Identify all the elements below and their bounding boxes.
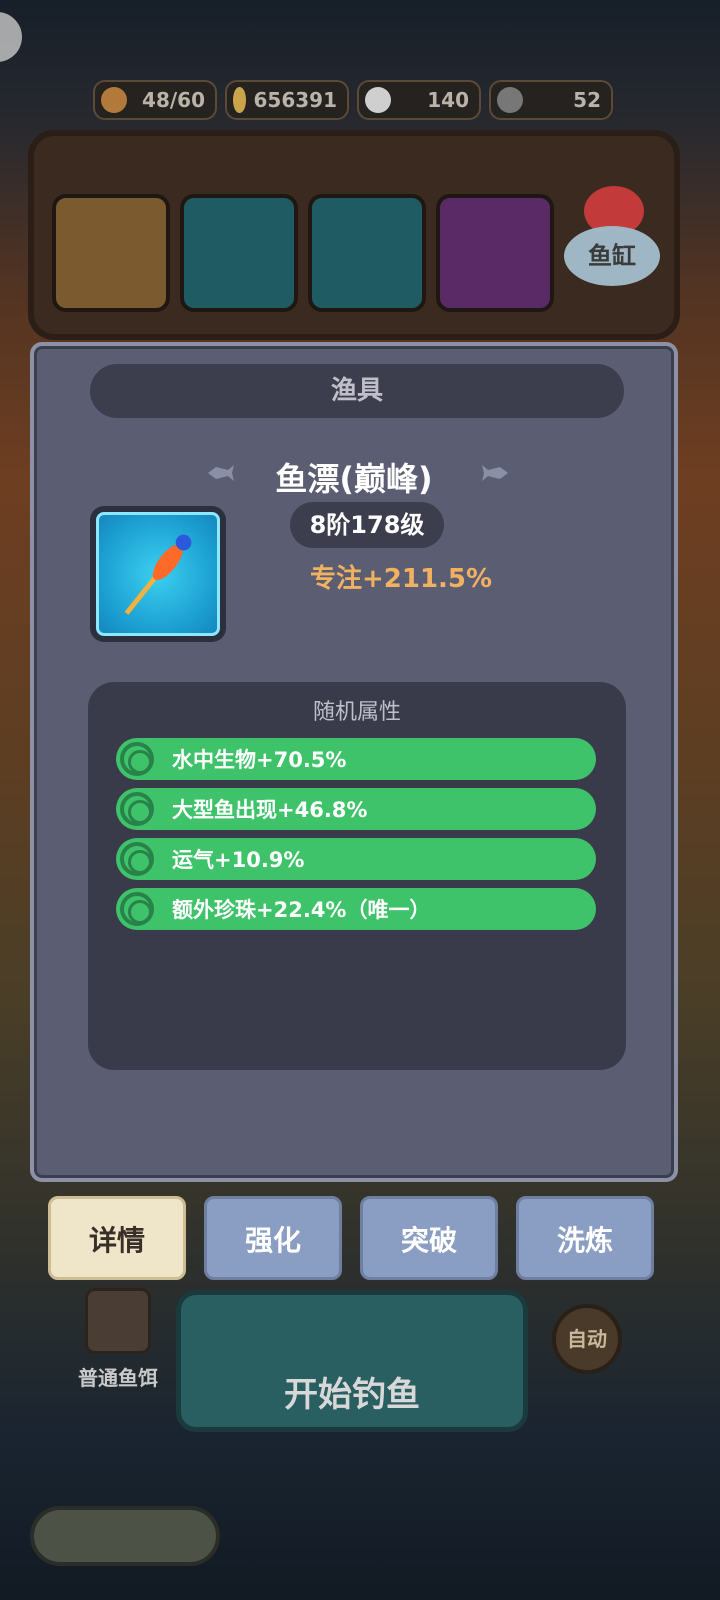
panel-header: 渔具 [90,364,624,418]
pearl-icon [365,87,391,113]
fishing-line-icon [497,87,523,113]
bait-icon [85,1288,151,1354]
reel-slot[interactable] [180,194,298,312]
item-icon-frame[interactable] [90,506,226,642]
resource-gold[interactable]: 656391 [225,80,349,120]
float-slot[interactable] [308,194,426,312]
gold-value: 656391 [253,88,338,112]
pearl-value: 140 [427,88,469,112]
attribute-row: 水中生物+70.5% [116,738,596,780]
attribute-row: 额外珍珠+22.4%（唯一） [116,888,596,930]
fish-decoration-icon [208,465,234,481]
item-name: 鱼漂(巅峰) [275,460,433,498]
attribute-text: 水中生物+70.5% [172,748,347,772]
attribute-text: 运气+10.9% [172,848,305,872]
attribute-ring-icon [120,842,154,876]
panel-tabs: 详情 强化 突破 洗炼 [48,1196,654,1280]
attribute-ring-icon [120,742,154,776]
line-value: 52 [573,88,601,112]
fish-tank-button[interactable]: 鱼缸 [564,186,664,296]
bait-label: 普通鱼饵 [78,1366,158,1390]
resource-line[interactable]: 52 [489,80,613,120]
fish-tank-label: 鱼缸 [564,226,660,286]
float-icon [96,512,220,636]
attribute-row: 运气+10.9% [116,838,596,880]
tab-details[interactable]: 详情 [48,1196,186,1280]
stamina-value: 48/60 [142,88,205,112]
bait-selector[interactable]: 普通鱼饵 [70,1288,166,1391]
main-stat: 专注+211.5% [310,564,493,594]
start-fishing-button[interactable]: 开始钓鱼 [176,1290,528,1432]
resource-pearl[interactable]: 140 [357,80,481,120]
gold-coin-icon [233,87,246,113]
attribute-ring-icon [120,892,154,926]
fish-decoration-icon [482,465,508,481]
attribute-ring-icon [120,792,154,826]
tab-breakthrough[interactable]: 突破 [360,1196,498,1280]
gear-detail-panel: 渔具 鱼漂(巅峰) 8阶178级 专注+211.5% 随机属性 水中生物+70.… [30,342,678,1182]
attributes-title: 随机属性 [312,700,401,725]
random-attributes-box: 随机属性 水中生物+70.5% 大型鱼出现+46.8% 运气+10.9% 额外珍… [88,682,626,1070]
level-badge: 8阶178级 [290,502,444,548]
rod-slot[interactable] [52,194,170,312]
navigation-pill[interactable] [30,1506,220,1566]
attribute-text: 额外珍珠+22.4%（唯一） [172,898,431,922]
gear-bar: 鱼缸 [28,130,680,340]
resource-bar: 48/60 656391 140 52 [93,80,613,120]
tab-reforge[interactable]: 洗炼 [516,1196,654,1280]
attribute-row: 大型鱼出现+46.8% [116,788,596,830]
resource-stamina[interactable]: 48/60 [93,80,217,120]
stamina-icon [101,87,127,113]
tab-enhance[interactable]: 强化 [204,1196,342,1280]
attribute-text: 大型鱼出现+46.8% [172,798,368,822]
hook-slot[interactable] [436,194,554,312]
auto-button[interactable]: 自动 [552,1304,622,1374]
